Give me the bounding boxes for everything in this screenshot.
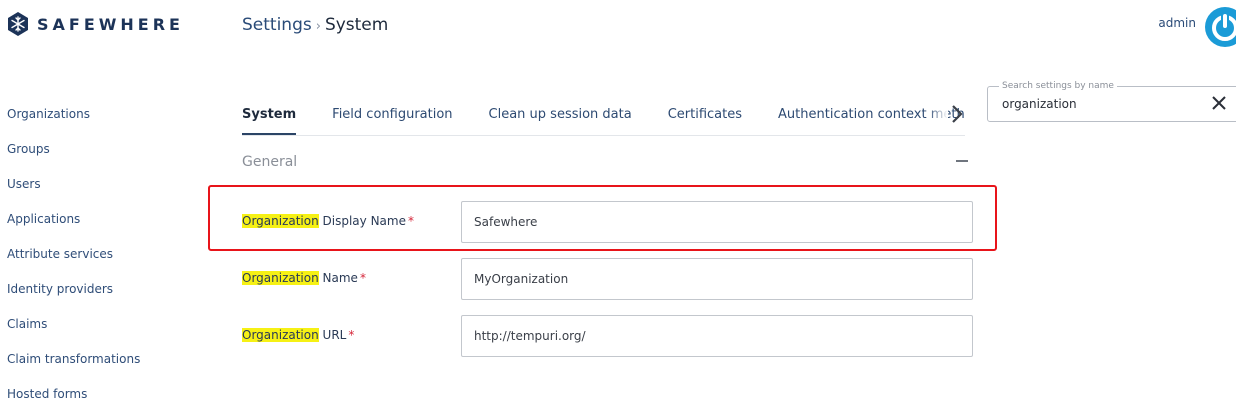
organization-name-input[interactable] [461,258,973,300]
field-label-text: Display Name [318,214,406,228]
field-label-organization-name: Organization Name * [242,271,366,285]
user-menu[interactable]: admin [1158,6,1236,48]
avatar[interactable] [1204,6,1236,48]
section-title-general: General [242,154,298,170]
sidebar-item-attribute-services[interactable]: Attribute services [7,244,140,279]
logo-text: SAFEWHERE [37,14,184,34]
sidebar: Organizations Groups Users Applications … [7,104,140,419]
sidebar-item-hosted-forms[interactable]: Hosted forms [7,384,140,419]
search-match-highlight: Organization [242,214,319,228]
collapse-section-icon[interactable] [956,160,968,162]
sidebar-item-identity-providers[interactable]: Identity providers [7,279,140,314]
field-label-organization-url: Organization URL * [242,328,354,342]
breadcrumb-current: System [324,15,389,35]
tab-clean-up-session-data[interactable]: Clean up session data [489,97,632,133]
tabs-fade [928,97,948,134]
close-icon[interactable] [1210,94,1228,112]
settings-search: Search settings by name [987,81,1236,122]
sidebar-item-claim-transformations[interactable]: Claim transformations [7,349,140,384]
breadcrumb-settings[interactable]: Settings [242,15,312,35]
tab-certificates[interactable]: Certificates [668,97,742,133]
required-marker: * [348,328,355,342]
sidebar-item-users[interactable]: Users [7,174,140,209]
breadcrumb: Settings › System [242,15,388,35]
tabs-scroll-right-button[interactable] [946,100,968,128]
sidebar-item-claims[interactable]: Claims [7,314,140,349]
sidebar-item-applications[interactable]: Applications [7,209,140,244]
required-marker: * [407,214,414,228]
sidebar-item-groups[interactable]: Groups [7,139,140,174]
organization-url-input[interactable] [461,315,973,357]
tab-field-configuration[interactable]: Field configuration [332,97,452,133]
field-label-organization-display-name: Organization Display Name * [242,214,414,228]
tab-system[interactable]: System [242,97,297,135]
user-name[interactable]: admin [1158,16,1196,30]
safewhere-logo[interactable]: SAFEWHERE [7,12,184,36]
sidebar-item-organizations[interactable]: Organizations [7,104,140,139]
power-avatar-icon [1205,7,1236,47]
organization-display-name-input[interactable] [461,201,973,243]
breadcrumb-separator: › [315,19,321,34]
field-label-text: URL [318,328,347,342]
settings-tabs: System Field configuration Clean up sess… [242,97,965,136]
search-match-highlight: Organization [242,328,319,342]
field-label-text: Name [318,271,358,285]
snowflake-logo-icon [8,12,28,36]
search-input[interactable] [1002,97,1192,111]
search-label: Search settings by name [999,81,1117,91]
search-match-highlight: Organization [242,271,319,285]
chevron-right-icon [952,105,963,123]
required-marker: * [359,271,366,285]
